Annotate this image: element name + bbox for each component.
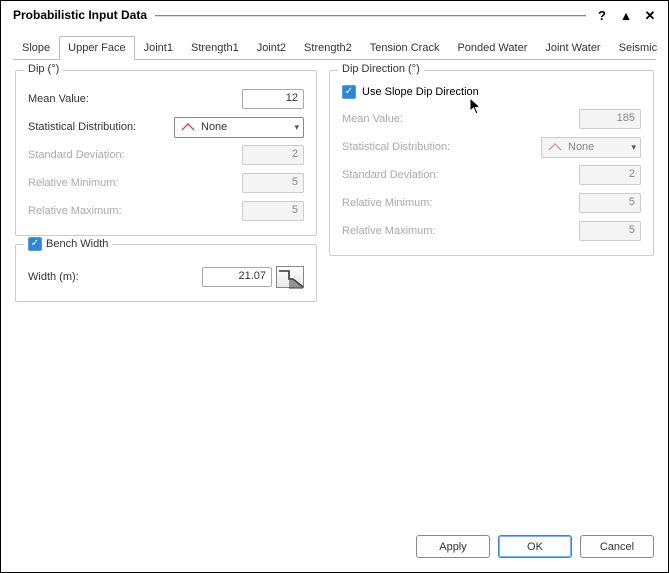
dip-stddev-label: Standard Deviation:: [28, 149, 125, 161]
dipdir-dist-select: None ▾: [541, 137, 641, 158]
tab-slope[interactable]: Slope: [13, 36, 59, 60]
dipdir-stddev-label: Standard Deviation:: [342, 169, 439, 181]
close-button[interactable]: ✕: [642, 7, 658, 23]
dipdir-mean-input: 185: [579, 109, 641, 129]
button-bar: Apply OK Cancel: [1, 525, 668, 572]
tab-ponded-water[interactable]: Ponded Water: [448, 36, 536, 60]
dip-relmax-label: Relative Maximum:: [28, 205, 122, 217]
group-dip-legend: Dip (°): [24, 63, 63, 75]
collapse-button[interactable]: ▴: [618, 7, 634, 23]
group-bench-legend: Bench Width: [24, 237, 112, 251]
group-bench-width: Bench Width Width (m): 21.07: [15, 244, 317, 302]
titlebar: Probabilistic Input Data ? ▴ ✕: [1, 1, 668, 27]
bench-width-checkbox[interactable]: [28, 237, 42, 251]
dipdir-relmin-label: Relative Minimum:: [342, 197, 432, 209]
dipdir-dist-value: None: [568, 141, 594, 153]
cancel-button[interactable]: Cancel: [580, 535, 654, 558]
distribution-none-icon: [548, 142, 562, 152]
tab-joint1[interactable]: Joint1: [135, 36, 182, 60]
bench-profile-icon[interactable]: [276, 266, 304, 288]
window-title: Probabilistic Input Data: [13, 8, 147, 22]
apply-button[interactable]: Apply: [416, 535, 490, 558]
dip-relmax-input: 5: [242, 201, 304, 221]
right-column: Dip Direction (°) Use Slope Dip Directio…: [329, 70, 654, 256]
use-slope-dip-checkbox[interactable]: [342, 85, 356, 99]
dipdir-stddev-input: 2: [579, 165, 641, 185]
dipdir-dist-label: Statistical Distribution:: [342, 141, 450, 153]
bench-width-legend-text: Bench Width: [46, 238, 108, 250]
group-dip-direction: Dip Direction (°) Use Slope Dip Directio…: [329, 70, 654, 256]
distribution-none-icon: [181, 122, 195, 132]
tab-seismic[interactable]: Seismic: [610, 36, 667, 60]
dip-dist-value: None: [201, 121, 227, 133]
tab-joint2[interactable]: Joint2: [248, 36, 295, 60]
tab-content: Dip (°) Mean Value: 12 Statistical Distr…: [1, 60, 668, 525]
dip-relmin-input: 5: [242, 173, 304, 193]
tabstrip: Slope Upper Face Joint1 Strength1 Joint2…: [13, 35, 656, 60]
dip-dist-select[interactable]: None ▾: [174, 117, 304, 138]
chevron-down-icon: ▾: [631, 142, 636, 153]
dip-mean-label: Mean Value:: [28, 93, 89, 105]
dip-stddev-input: 2: [242, 145, 304, 165]
group-dipdir-legend: Dip Direction (°): [338, 63, 424, 75]
tab-strength1[interactable]: Strength1: [182, 36, 248, 60]
tab-tension-crack[interactable]: Tension Crack: [361, 36, 449, 60]
dip-mean-input[interactable]: 12: [242, 89, 304, 109]
dipdir-relmax-label: Relative Maximum:: [342, 225, 436, 237]
titlebar-rule: [155, 15, 586, 17]
dip-relmin-label: Relative Minimum:: [28, 177, 118, 189]
tab-joint-water[interactable]: Joint Water: [536, 36, 609, 60]
chevron-down-icon: ▾: [294, 122, 299, 133]
help-button[interactable]: ?: [594, 7, 610, 23]
dipdir-relmin-input: 5: [579, 193, 641, 213]
dip-dist-label: Statistical Distribution:: [28, 121, 136, 133]
group-dip: Dip (°) Mean Value: 12 Statistical Distr…: [15, 70, 317, 236]
left-column: Dip (°) Mean Value: 12 Statistical Distr…: [15, 70, 317, 302]
dialog-window: Probabilistic Input Data ? ▴ ✕ Slope Upp…: [0, 0, 669, 573]
tab-upper-face[interactable]: Upper Face: [59, 36, 134, 60]
dipdir-mean-label: Mean Value:: [342, 113, 403, 125]
dipdir-relmax-input: 5: [579, 221, 641, 241]
use-slope-dip-label: Use Slope Dip Direction: [362, 86, 479, 98]
ok-button[interactable]: OK: [498, 535, 572, 558]
tab-strength2[interactable]: Strength2: [295, 36, 361, 60]
bench-width-label: Width (m):: [28, 271, 79, 283]
bench-width-input[interactable]: 21.07: [202, 267, 272, 287]
